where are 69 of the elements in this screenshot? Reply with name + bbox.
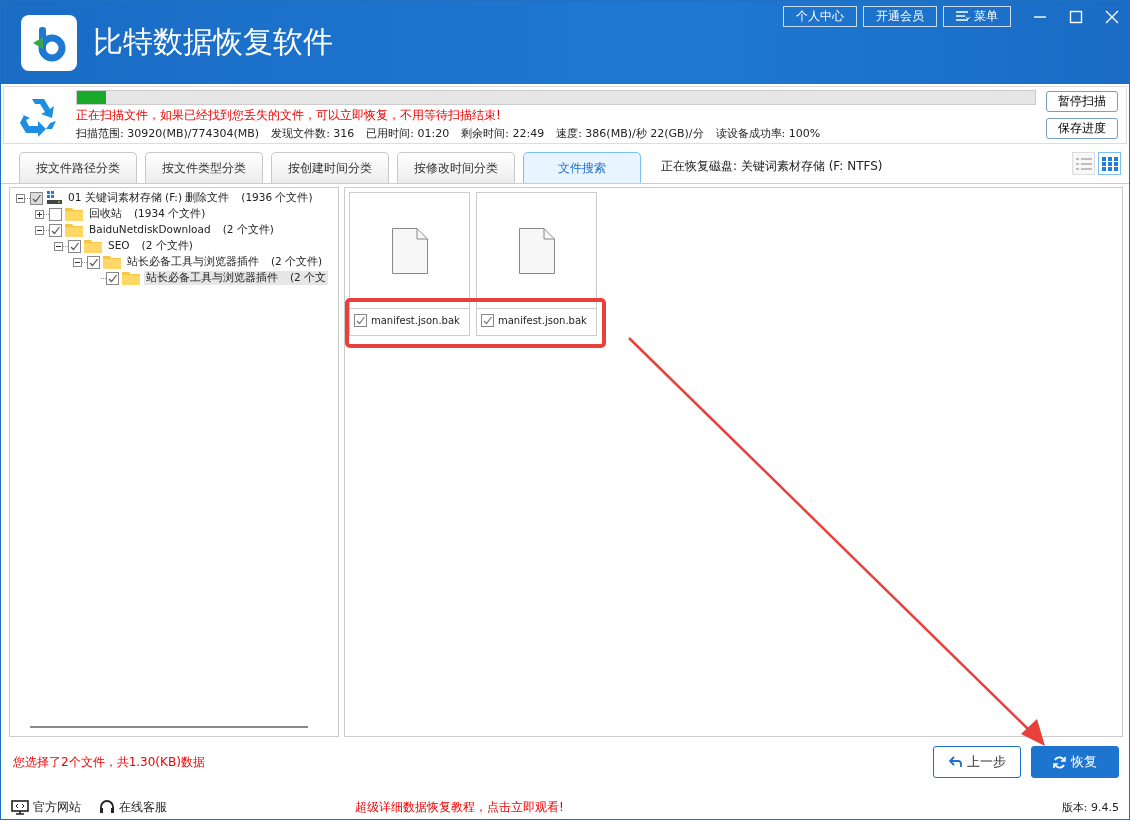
checkbox[interactable]: [354, 313, 367, 327]
monitor-icon: [11, 799, 29, 815]
file-icon: [391, 227, 428, 274]
grid-icon: [1101, 156, 1118, 171]
tree-item[interactable]: 站长必备工具与浏览器插件 (2 个文件): [125, 255, 325, 269]
tree-item[interactable]: 01 关键词素材存储 (F:) 删除文件 (1936 个文件): [66, 191, 315, 205]
tree-item[interactable]: 回收站 (1934 个文件): [87, 207, 208, 221]
close-icon[interactable]: [1105, 9, 1119, 24]
tab[interactable]: 按文件类型分类: [145, 152, 263, 183]
scan-stat: 发现文件数: 316: [271, 125, 355, 141]
folder-icon: [84, 239, 102, 253]
header-button[interactable]: 开通会员: [863, 6, 937, 27]
back-arrow-icon: [948, 756, 962, 768]
scrollbar-thumb[interactable]: [30, 726, 308, 728]
tree-item[interactable]: BaiduNetdiskDownload (2 个文件): [87, 223, 276, 237]
checkbox[interactable]: [481, 313, 494, 327]
drive-icon: [46, 191, 62, 205]
logo-icon: [21, 14, 77, 71]
collapse-toggle[interactable]: [16, 193, 25, 203]
version-label: 版本: 9.4.5: [1061, 799, 1119, 815]
file-name: manifest.json.bak: [498, 314, 587, 326]
folder-icon: [65, 223, 83, 237]
scan-stat: 速度: 386(MB)/秒 22(GB)/分: [556, 125, 704, 141]
footer-link[interactable]: 官方网站: [11, 798, 81, 816]
file-icon: [518, 227, 555, 274]
tutorial-link[interactable]: 超级详细数据恢复教程，点击立即观看!: [355, 798, 564, 816]
recover-button[interactable]: 恢复: [1031, 746, 1119, 778]
scan-button[interactable]: 保存进度: [1046, 118, 1118, 139]
tab[interactable]: 文件搜索: [523, 152, 641, 183]
tree-item[interactable]: 站长必备工具与浏览器插件 (2 个文: [144, 271, 329, 285]
back-button[interactable]: 上一步: [933, 746, 1021, 778]
tab[interactable]: 按修改时间分类: [397, 152, 515, 183]
checkbox[interactable]: [106, 271, 119, 285]
disk-label: 正在恢复磁盘: 关键词素材存储 (F: NTFS): [661, 158, 883, 175]
maximize-icon[interactable]: [1069, 9, 1083, 24]
tree-item[interactable]: SEO (2 个文件): [106, 239, 195, 253]
folder-icon: [122, 271, 140, 285]
checkbox[interactable]: [87, 255, 100, 269]
headset-icon: [99, 799, 115, 815]
footer-link[interactable]: 在线客服: [99, 798, 167, 816]
tab[interactable]: 按文件路径分类: [19, 152, 137, 183]
file-card[interactable]: manifest.json.bak: [349, 192, 470, 336]
scan-stat: 扫描范围: 30920(MB)/774304(MB): [76, 125, 260, 141]
checkbox[interactable]: [49, 223, 62, 237]
app-title: 比特数据恢复软件: [93, 23, 333, 61]
list-icon: [1075, 156, 1092, 171]
scan-stat: 已用时间: 01:20: [366, 125, 450, 141]
collapse-toggle[interactable]: [35, 225, 44, 235]
menu-icon: [956, 11, 970, 22]
header-button[interactable]: 菜单: [943, 6, 1011, 27]
selection-summary: 您选择了2个文件，共1.30(KB)数据: [13, 753, 205, 771]
scan-message: 正在扫描文件，如果已经找到您丢失的文件，可以立即恢复，不用等待扫描结束!: [76, 106, 502, 124]
collapse-toggle[interactable]: [73, 257, 82, 267]
folder-icon: [103, 255, 121, 269]
checkbox[interactable]: [49, 207, 62, 221]
collapse-toggle[interactable]: [54, 241, 63, 251]
grid-view-button[interactable]: [1098, 152, 1121, 175]
scan-stat: 读设备成功率: 100%: [715, 125, 821, 141]
folder-icon: [65, 207, 83, 221]
tab[interactable]: 按创建时间分类: [271, 152, 389, 183]
checkbox[interactable]: [30, 191, 43, 205]
refresh-icon: [1053, 755, 1066, 769]
expand-toggle[interactable]: [35, 209, 44, 219]
scan-button[interactable]: 暂停扫描: [1046, 91, 1118, 112]
file-name: manifest.json.bak: [371, 314, 460, 326]
file-card[interactable]: manifest.json.bak: [476, 192, 597, 336]
scan-stat: 剩余时间: 22:49: [461, 125, 545, 141]
checkbox[interactable]: [68, 239, 81, 253]
header-button[interactable]: 个人中心: [783, 6, 857, 27]
